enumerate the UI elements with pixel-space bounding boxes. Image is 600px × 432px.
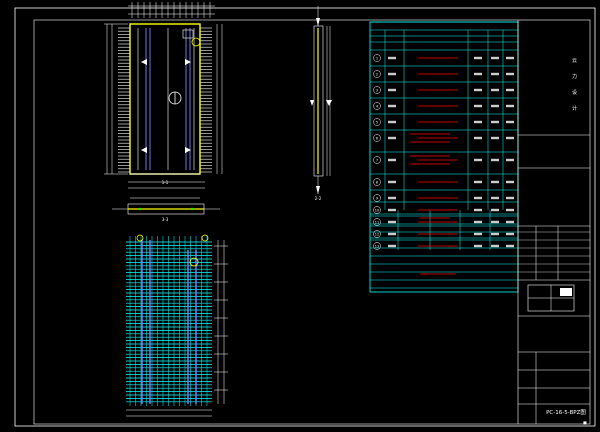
side-view-label: 2-2 bbox=[315, 196, 322, 201]
schedule-row-number: 12 bbox=[375, 232, 379, 236]
svg-text:力: 力 bbox=[572, 73, 577, 80]
schedule-row-number: 11 bbox=[375, 220, 379, 224]
schedule-row-number: 2 bbox=[376, 72, 378, 76]
plan-bottom-label: 1-1 bbox=[162, 180, 169, 185]
schedule-row-number: 5 bbox=[376, 120, 378, 124]
title-block: 云 力 设 计 PC-16-5-BPZ图 ■ bbox=[517, 20, 590, 425]
drawing-code: PC-16-5-BPZ图 bbox=[546, 408, 586, 416]
schedule-row-number: 13 bbox=[375, 244, 379, 248]
drawing-sheet: 1-1 3-3 2-2 12345678910111213 云 力 设 计 PC… bbox=[14, 2, 596, 427]
panel-rebar-mesh bbox=[126, 234, 228, 417]
schedule-row-number: 8 bbox=[376, 180, 378, 184]
panel-section-1-1: 3-3 bbox=[112, 197, 220, 222]
outer-frame bbox=[14, 7, 596, 427]
plan-panel-outline bbox=[129, 23, 201, 175]
section-1-1-label: 3-3 bbox=[162, 217, 169, 222]
rebar-schedule-table: 12345678910111213 bbox=[369, 21, 519, 293]
schedule-row-number: 9 bbox=[376, 196, 378, 200]
schedule-row-number: 7 bbox=[376, 158, 378, 162]
panel-plan-view: 1-1 bbox=[104, 2, 223, 189]
schedule-row-number: 4 bbox=[376, 104, 379, 108]
cad-canvas[interactable]: 1-1 3-3 2-2 1 2 3 4 5 6 7 8 9 10 11 12 1… bbox=[0, 0, 600, 432]
svg-text:云: 云 bbox=[572, 58, 577, 64]
schedule-row-number: 10 bbox=[375, 208, 379, 212]
panel-side-view: 2-2 bbox=[310, 6, 332, 201]
svg-text:设: 设 bbox=[572, 89, 577, 96]
schedule-row-number: 6 bbox=[376, 136, 378, 140]
schedule-row-number: 3 bbox=[376, 88, 378, 92]
svg-text:■: ■ bbox=[583, 420, 587, 425]
svg-text:计: 计 bbox=[572, 105, 577, 112]
schedule-row-number: 1 bbox=[376, 56, 378, 60]
